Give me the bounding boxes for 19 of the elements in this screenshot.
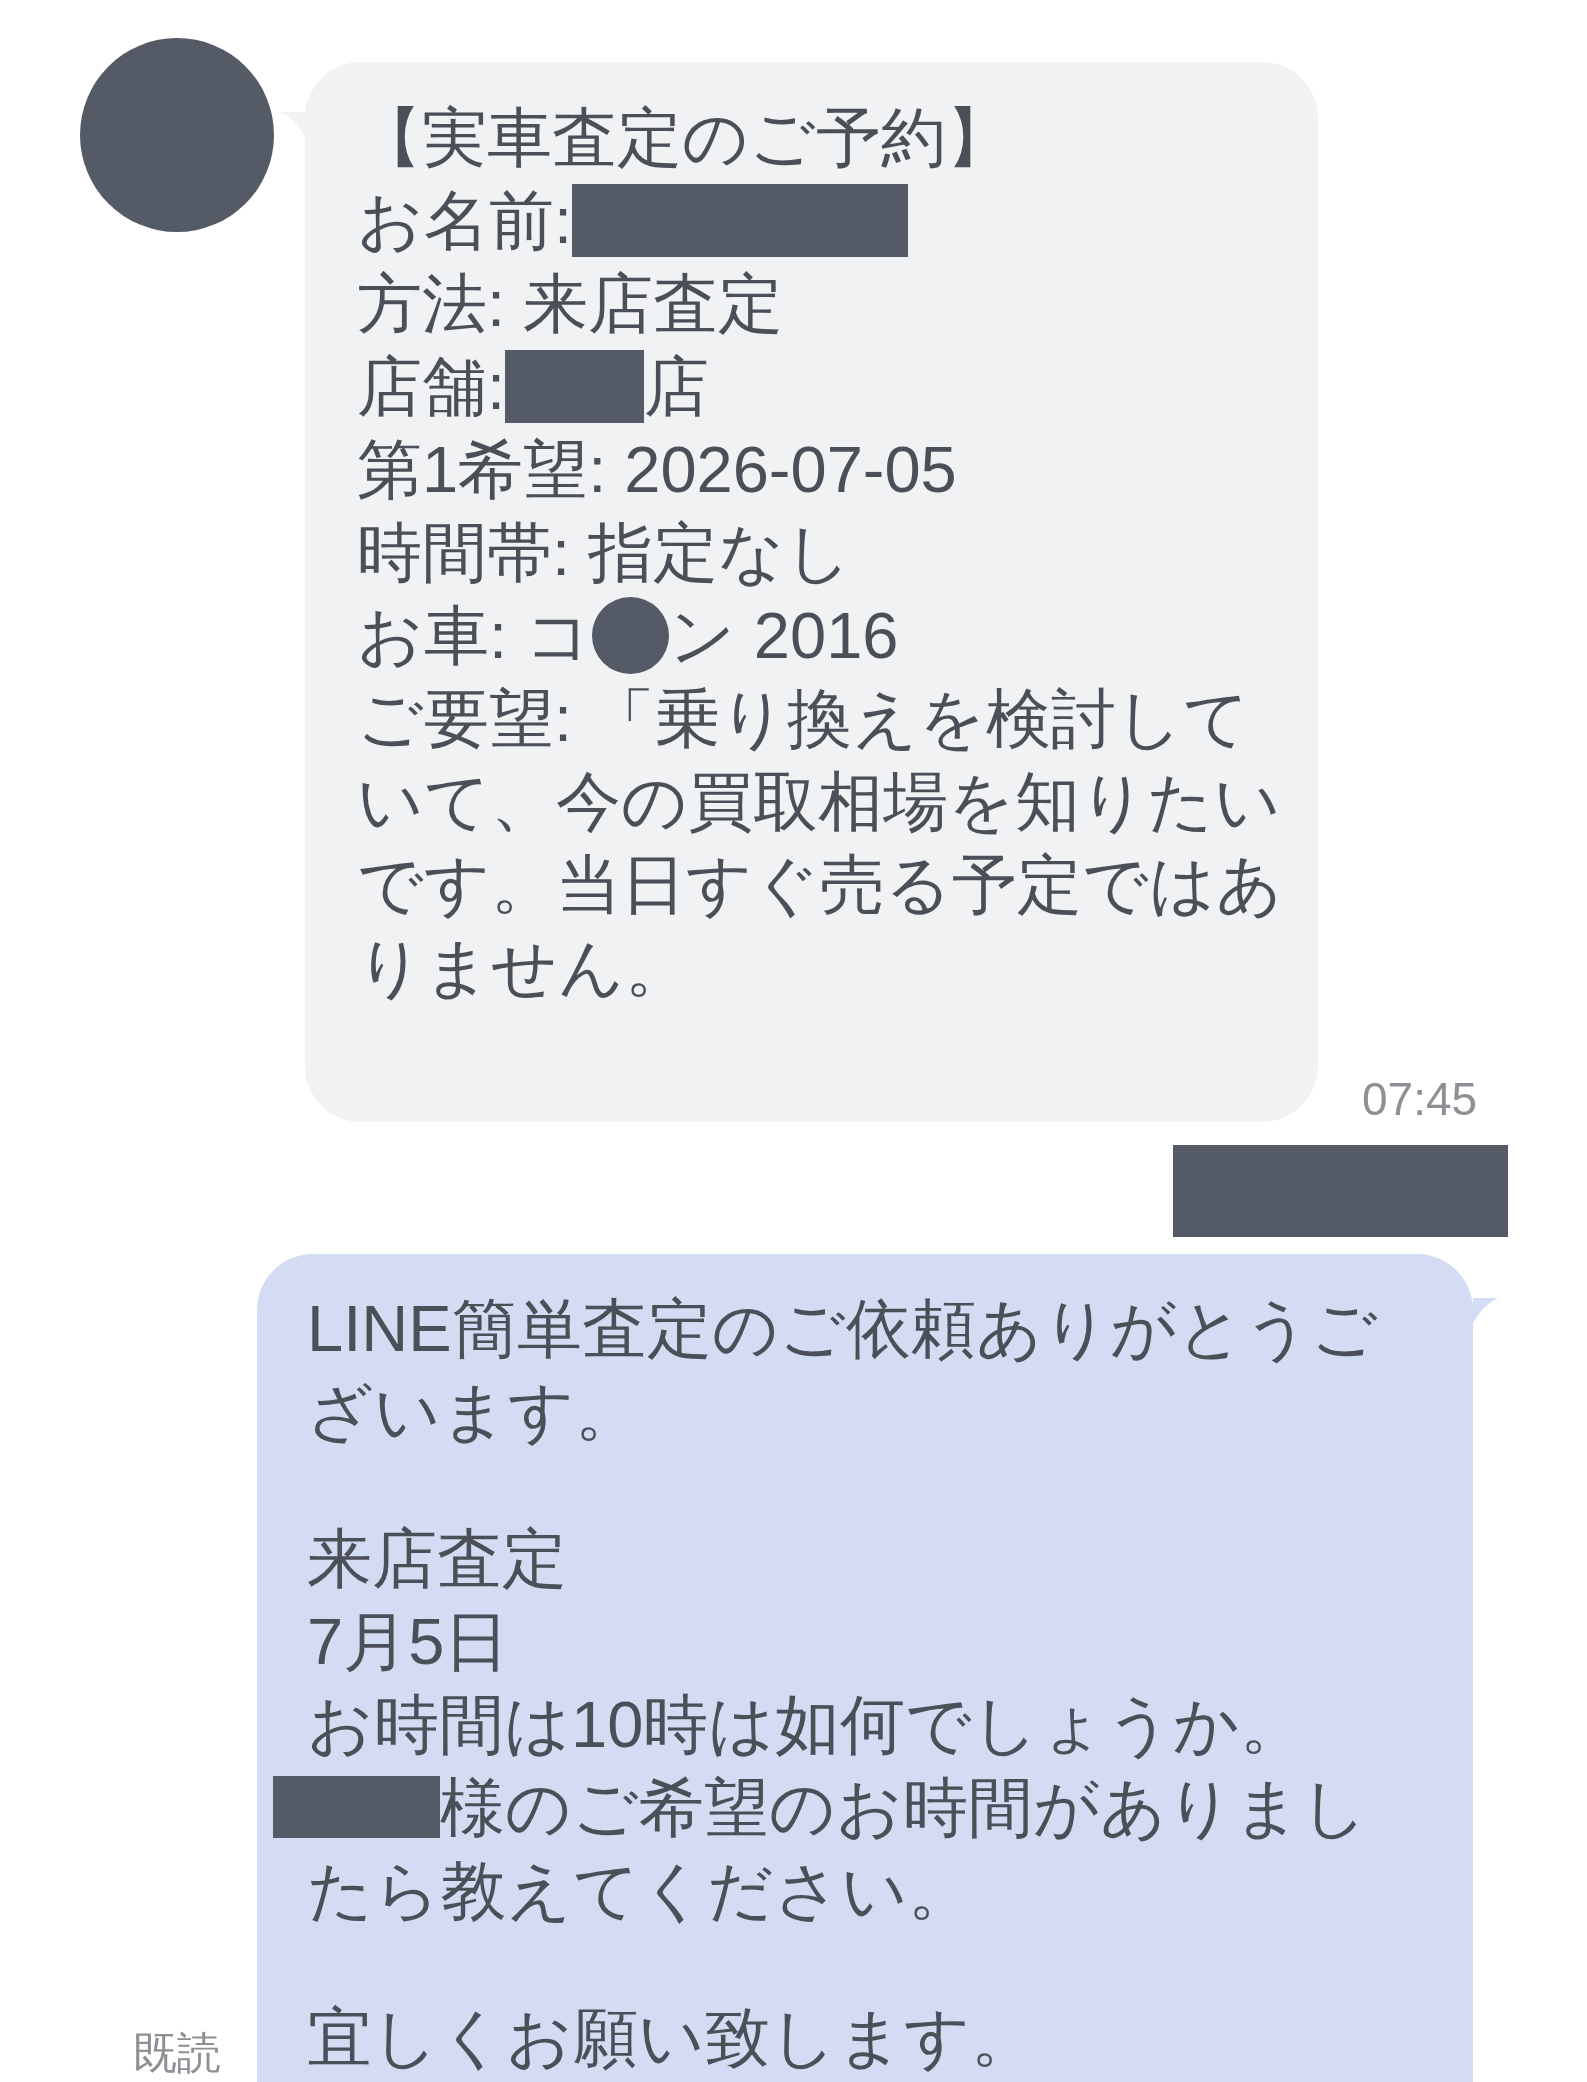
message-text: お名前: bbox=[357, 184, 573, 257]
message-text: 宜しくお願い致します。 bbox=[307, 2000, 1037, 2076]
message-text: 店舗: bbox=[357, 350, 506, 423]
message-time: 07:45 bbox=[1362, 1076, 1478, 1122]
message-text: お車: コ bbox=[357, 599, 593, 672]
message-text: LINE簡単査定のご依頼ありがとうございます。 bbox=[307, 1291, 1379, 1450]
message-text: 方法: 来店査定 bbox=[357, 266, 785, 342]
message-text: ン 2016 bbox=[668, 599, 899, 672]
message-text: 時間帯: 指定なし bbox=[357, 515, 854, 591]
message-text: 様のご希望のお時間がありまし bbox=[440, 1771, 1369, 1844]
message-text: たら教えてください。 bbox=[307, 1853, 974, 1929]
read-receipt: 既読 bbox=[133, 2027, 221, 2079]
message-text: 7月5日 bbox=[307, 1604, 511, 1680]
message-text: 【実車査定のご予約】 bbox=[357, 100, 1012, 176]
message-text: お時間は10時は如何でしょうか。 bbox=[307, 1687, 1307, 1763]
message-text: 来店査定 bbox=[307, 1521, 568, 1597]
message-text: ご要望: 「乗り換えを検討していて、今の買取相場を知りたいです。当日すぐ売る予定ではありません。 bbox=[357, 681, 1284, 1006]
message-text: 第1希望: 2026-07-05 bbox=[357, 432, 958, 508]
message-text: 店 bbox=[644, 350, 710, 423]
